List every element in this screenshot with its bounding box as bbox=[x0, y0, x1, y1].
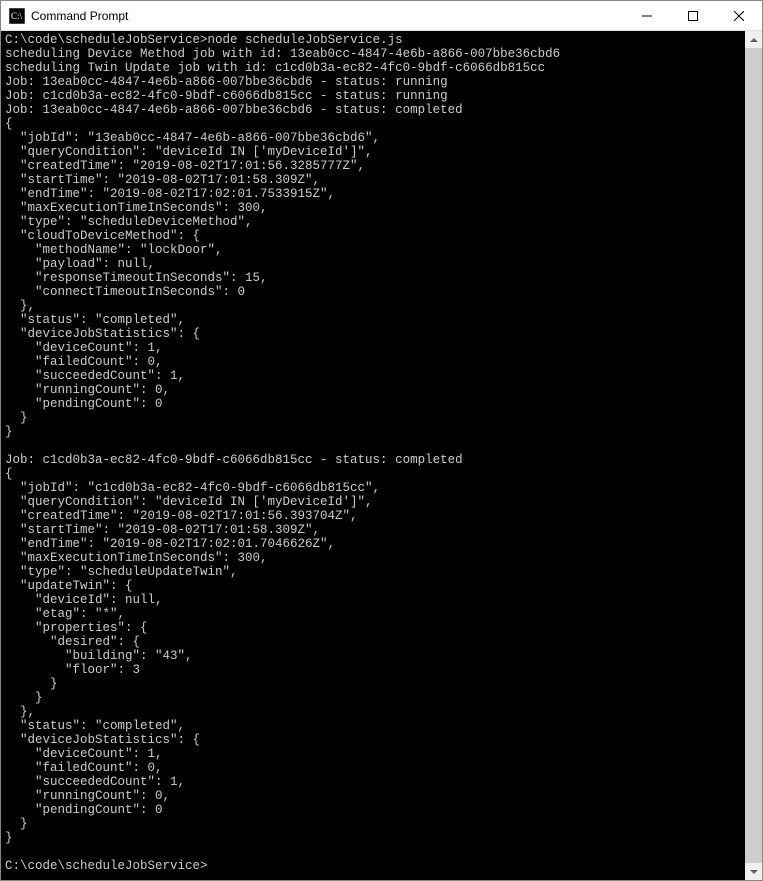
output-line: Job: c1cd0b3a-ec82-4fc0-9bdf-c6066db815c… bbox=[5, 89, 448, 103]
scroll-track[interactable] bbox=[745, 48, 762, 863]
output-line: Job: 13eab0cc-4847-4e6b-a866-007bbe36cbd… bbox=[5, 103, 463, 117]
scroll-up-arrow[interactable] bbox=[745, 31, 762, 48]
output-line: Job: 13eab0cc-4847-4e6b-a866-007bbe36cbd… bbox=[5, 75, 448, 89]
window-title: Command Prompt bbox=[31, 9, 624, 23]
output-line: Job: c1cd0b3a-ec82-4fc0-9bdf-c6066db815c… bbox=[5, 453, 463, 467]
console-output[interactable]: C:\code\scheduleJobService>node schedule… bbox=[1, 31, 745, 880]
maximize-button[interactable] bbox=[670, 1, 716, 31]
output-json: { "jobId": "c1cd0b3a-ec82-4fc0-9bdf-c606… bbox=[5, 467, 380, 845]
window-controls bbox=[624, 1, 762, 30]
prompt: C:\code\scheduleJobService> bbox=[5, 33, 208, 47]
window-titlebar: C:\ Command Prompt bbox=[1, 1, 762, 31]
vertical-scrollbar[interactable] bbox=[745, 31, 762, 880]
command-text: node scheduleJobService.js bbox=[208, 33, 403, 47]
output-json: { "jobId": "13eab0cc-4847-4e6b-a866-007b… bbox=[5, 117, 380, 439]
output-line: scheduling Device Method job with id: 13… bbox=[5, 47, 560, 61]
minimize-button[interactable] bbox=[624, 1, 670, 31]
svg-text:C:\: C:\ bbox=[11, 11, 23, 21]
cmd-icon: C:\ bbox=[9, 8, 25, 24]
close-button[interactable] bbox=[716, 1, 762, 31]
output-line: scheduling Twin Update job with id: c1cd… bbox=[5, 61, 545, 75]
console-wrapper: C:\code\scheduleJobService>node schedule… bbox=[1, 31, 762, 880]
scroll-down-arrow[interactable] bbox=[745, 863, 762, 880]
prompt: C:\code\scheduleJobService> bbox=[5, 859, 208, 873]
scroll-thumb[interactable] bbox=[745, 48, 762, 863]
